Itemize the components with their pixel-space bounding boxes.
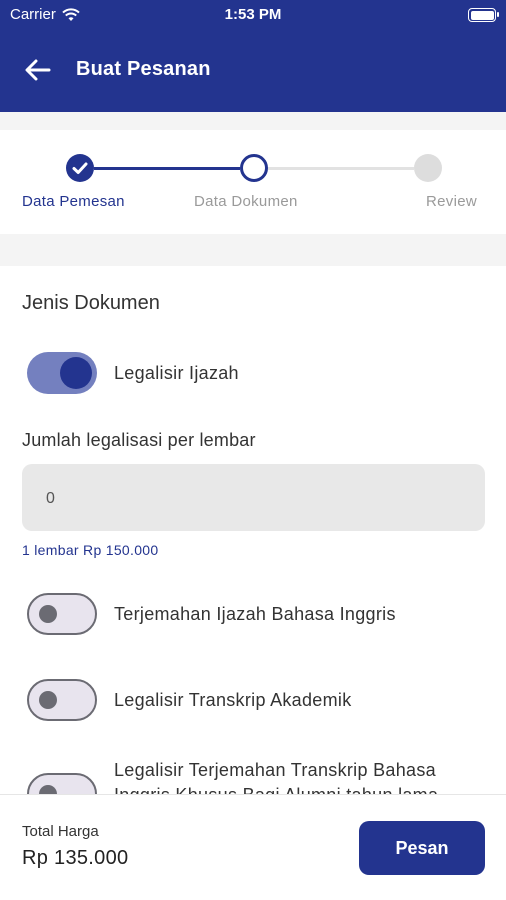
total-label: Total Harga bbox=[22, 823, 99, 840]
app-bar: Buat Pesanan bbox=[0, 30, 506, 112]
quantity-input[interactable]: 0 bbox=[22, 464, 485, 531]
label-terjemahan-ijazah: Terjemahan Ijazah Bahasa Inggris bbox=[114, 604, 396, 624]
label-legalisir-transkrip: Legalisir Transkrip Akademik bbox=[114, 690, 352, 710]
toggle-knob bbox=[39, 785, 57, 794]
step-2-label: Data Dokumen bbox=[194, 193, 298, 210]
arrow-left-icon bbox=[25, 59, 51, 81]
divider-band bbox=[0, 234, 506, 266]
toggle-knob bbox=[39, 605, 57, 623]
price-hint: 1 lembar Rp 150.000 bbox=[22, 542, 159, 558]
step-3-label: Review bbox=[426, 193, 477, 210]
toggle-knob bbox=[60, 357, 92, 389]
step-3-indicator[interactable] bbox=[414, 154, 442, 182]
stepper-line-pending bbox=[268, 167, 414, 170]
label-legalisir-terjemahan-transkrip: Legalisir Terjemahan Transkrip Bahasa In… bbox=[114, 760, 438, 794]
quantity-label: Jumlah legalisasi per lembar bbox=[22, 430, 256, 450]
toggle-terjemahan-ijazah[interactable] bbox=[27, 593, 97, 635]
step-1-label: Data Pemesan bbox=[22, 193, 125, 210]
document-form: Jenis Dokumen Legalisir Ijazah Jumlah le… bbox=[0, 266, 506, 794]
step-1-indicator[interactable] bbox=[66, 154, 94, 182]
toggle-legalisir-terjemahan-transkrip[interactable] bbox=[27, 773, 97, 794]
stepper-line-done bbox=[94, 167, 240, 170]
toggle-legalisir-transkrip[interactable] bbox=[27, 679, 97, 721]
toggle-knob bbox=[39, 691, 57, 709]
clock: 1:53 PM bbox=[224, 6, 282, 23]
status-bar: Carrier 1:53 PM bbox=[0, 0, 506, 30]
bottom-bar: Total Harga Rp 135.000 Pesan bbox=[0, 794, 506, 900]
battery-icon bbox=[468, 8, 499, 22]
divider-band bbox=[0, 112, 506, 130]
order-stepper: Data Pemesan Data Dokumen Review bbox=[0, 130, 506, 234]
step-2-indicator[interactable] bbox=[240, 154, 268, 182]
toggle-legalisir-ijazah[interactable] bbox=[27, 352, 97, 394]
section-title: Jenis Dokumen bbox=[22, 292, 160, 314]
order-button[interactable]: Pesan bbox=[359, 821, 485, 875]
page-title: Buat Pesanan bbox=[76, 58, 211, 80]
total-price: Rp 135.000 bbox=[22, 847, 129, 869]
label-legalisir-ijazah: Legalisir Ijazah bbox=[114, 363, 239, 383]
check-icon bbox=[72, 162, 88, 174]
back-button[interactable] bbox=[22, 54, 54, 86]
